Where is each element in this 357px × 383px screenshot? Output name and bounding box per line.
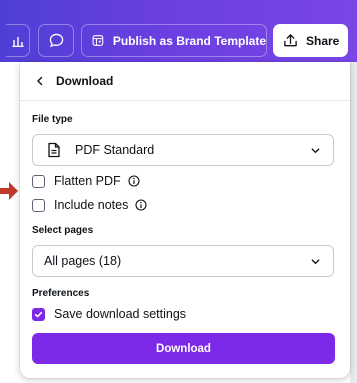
comment-button[interactable] bbox=[38, 24, 74, 57]
publish-label: Publish as Brand Template bbox=[112, 33, 266, 48]
save-settings-label: Save download settings bbox=[54, 307, 187, 321]
share-button[interactable]: Share bbox=[273, 24, 348, 57]
file-type-value: PDF Standard bbox=[75, 143, 155, 157]
panel-header: Download bbox=[20, 62, 350, 101]
background-page-edge bbox=[350, 62, 357, 383]
back-button[interactable] bbox=[26, 67, 54, 95]
include-notes-checkbox[interactable] bbox=[32, 198, 45, 212]
chevron-down-icon bbox=[311, 148, 320, 154]
file-type-select[interactable]: PDF Standard bbox=[32, 134, 334, 166]
pointer-arrow-icon bbox=[0, 182, 18, 200]
file-type-label: File type bbox=[32, 114, 73, 125]
chevron-left-icon bbox=[37, 76, 43, 86]
select-pages-value: All pages (18) bbox=[44, 254, 122, 268]
document-icon bbox=[48, 142, 60, 158]
info-icon[interactable] bbox=[135, 199, 147, 211]
chevron-down-icon bbox=[311, 259, 320, 265]
info-icon[interactable] bbox=[128, 175, 140, 187]
checkmark-icon bbox=[34, 311, 43, 317]
include-notes-label: Include notes bbox=[54, 198, 129, 212]
panel-title: Download bbox=[56, 74, 114, 88]
select-pages-label: Select pages bbox=[32, 225, 94, 236]
publish-brand-template-button[interactable]: Publish as Brand Template bbox=[81, 24, 267, 57]
flatten-pdf-checkbox[interactable] bbox=[32, 174, 45, 188]
comment-icon bbox=[49, 33, 63, 48]
canvas-area bbox=[0, 62, 20, 383]
save-settings-option[interactable]: Save download settings bbox=[32, 305, 186, 323]
select-pages-select[interactable]: All pages (18) bbox=[32, 245, 334, 277]
share-label: Share bbox=[306, 33, 340, 48]
template-icon bbox=[92, 35, 104, 46]
download-button[interactable]: Download bbox=[32, 333, 335, 364]
bar-chart-icon bbox=[12, 36, 23, 47]
flatten-pdf-option[interactable]: Flatten PDF bbox=[32, 172, 140, 190]
top-toolbar: Publish as Brand Template Share bbox=[0, 0, 357, 62]
save-settings-checkbox[interactable] bbox=[32, 307, 45, 321]
insights-button[interactable] bbox=[6, 24, 30, 57]
download-panel: Download File type PDF Standard Flatten … bbox=[20, 62, 350, 378]
upload-icon bbox=[284, 34, 297, 47]
include-notes-option[interactable]: Include notes bbox=[32, 196, 147, 214]
flatten-pdf-label: Flatten PDF bbox=[54, 174, 121, 188]
preferences-label: Preferences bbox=[32, 288, 90, 299]
